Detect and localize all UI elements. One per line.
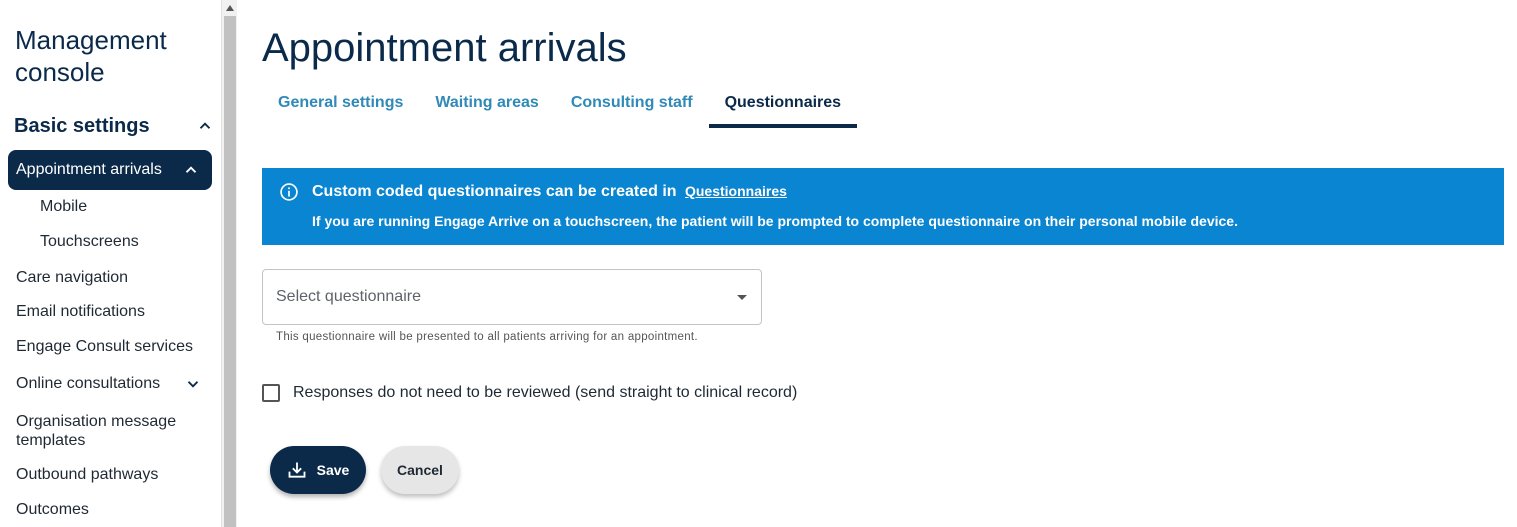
review-checkbox-row[interactable]: Responses do not need to be reviewed (se… [262,382,797,404]
sidebar-item-label: Appointment arrivals [16,161,162,178]
sidebar-item-appointment-arrivals[interactable]: Appointment arrivals [8,150,212,190]
chevron-down-icon[interactable] [184,375,202,393]
tab-bar: General settings Waiting areas Consultin… [262,82,858,128]
dropdown-arrow-icon [737,295,747,300]
scrollbar-thumb[interactable] [224,16,236,527]
sidebar-item-label: Online consultations [16,375,161,392]
section-label: Basic settings [14,114,150,137]
banner-heading-text: Custom coded questionnaires can be creat… [312,183,677,200]
sidebar-subitem-touchscreens[interactable]: Touchscreens [40,233,139,251]
chevron-up-icon[interactable] [182,161,200,179]
cancel-button[interactable]: Cancel [381,446,459,494]
review-checkbox-label[interactable]: Responses do not need to be reviewed (se… [293,384,797,402]
tab-waiting-areas[interactable]: Waiting areas [419,82,554,128]
tab-general-settings[interactable]: General settings [262,82,419,128]
questionnaires-link[interactable]: Questionnaires [685,183,787,199]
sidebar-scrollbar[interactable] [221,0,237,527]
page-title: Appointment arrivals [262,26,627,70]
sidebar: Management console Basic settings Appoin… [0,0,221,527]
section-basic-settings[interactable]: Basic settings [14,112,214,140]
sidebar-item-engage-consult-services[interactable]: Engage Consult services [16,337,206,356]
sidebar-item-care-navigation[interactable]: Care navigation [16,268,206,287]
tab-questionnaires[interactable]: Questionnaires [708,82,858,128]
chevron-up-icon[interactable] [196,117,214,135]
save-label: Save [316,462,350,478]
sidebar-item-email-notifications[interactable]: Email notifications [16,302,206,321]
sidebar-item-online-consultations[interactable]: Online consultations [16,374,206,393]
banner-heading: Custom coded questionnaires can be creat… [312,183,787,201]
info-icon [280,183,298,201]
banner-description: If you are running Engage Arrive on a to… [312,213,1238,229]
cancel-label: Cancel [397,462,443,478]
questionnaire-select[interactable]: Select questionnaire [262,269,762,325]
sidebar-item-outbound-pathways[interactable]: Outbound pathways [16,465,206,484]
info-banner: Custom coded questionnaires can be creat… [262,168,1504,245]
tab-consulting-staff[interactable]: Consulting staff [555,82,709,128]
review-checkbox[interactable] [262,384,280,402]
sidebar-subitem-mobile[interactable]: Mobile [40,198,87,216]
select-helper-text: This questionnaire will be presented to … [276,331,698,343]
select-placeholder: Select questionnaire [276,288,421,305]
download-icon [288,462,306,478]
console-title: Management console [15,25,167,87]
save-button[interactable]: Save [270,446,366,494]
sidebar-item-organisation-message-templates[interactable]: Organisation message templates [16,412,206,450]
sidebar-item-outcomes[interactable]: Outcomes [16,500,206,519]
scroll-up-arrow-icon[interactable] [222,0,238,16]
